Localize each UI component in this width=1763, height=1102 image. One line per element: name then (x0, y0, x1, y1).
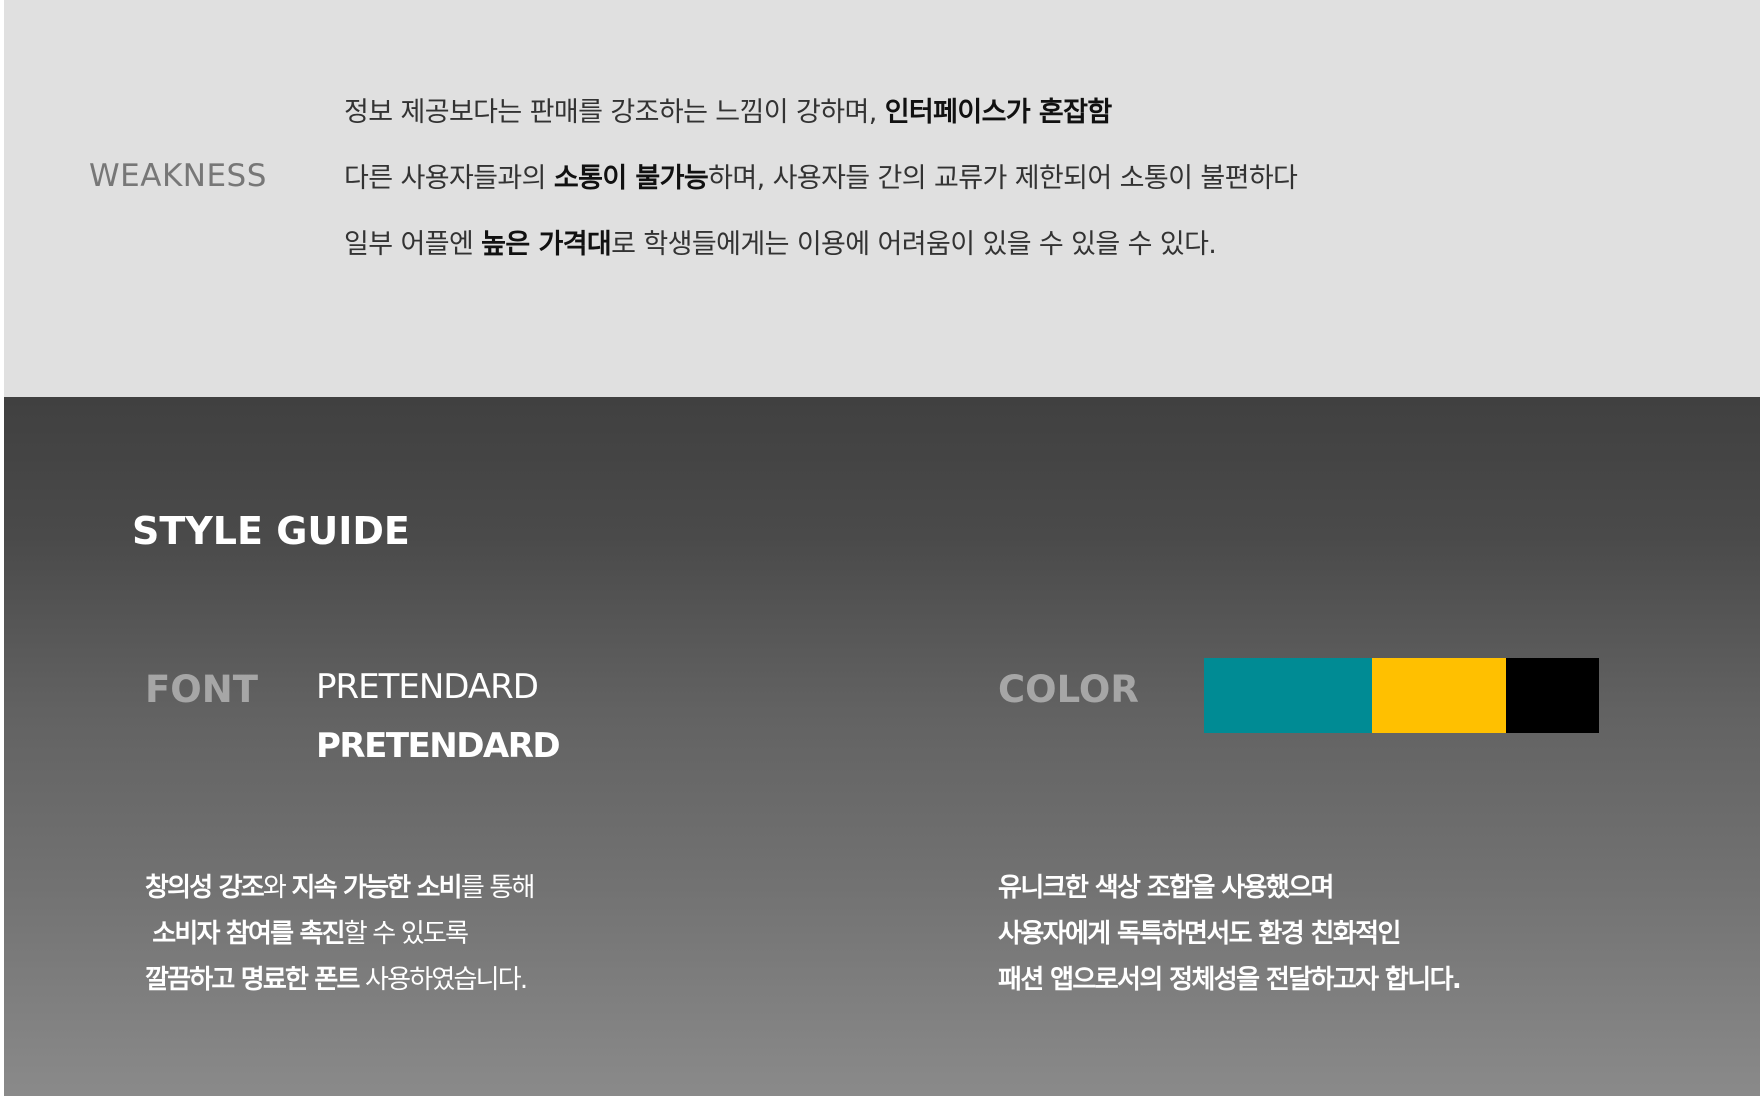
weakness-text: 다른 사용자들과의 (344, 163, 554, 194)
font-description: 창의성 강조와 지속 가능한 소비를 통해 소비자 참여를 촉진할 수 있도록 … (145, 867, 536, 1005)
description-emphasis: 지속 가능한 소비 (291, 873, 462, 903)
font-label: FONT (145, 668, 258, 711)
weakness-text: 정보 제공보다는 판매를 강조하는 느낌이 강하며, (344, 97, 885, 128)
color-palette (1204, 658, 1599, 733)
weakness-text: 로 학생들에게는 이용에 어려움이 있을 수 있을 수 있다. (611, 229, 1217, 260)
color-description-line: 패션 앱으로서의 정체성을 전달하고자 합니다. (998, 965, 1462, 995)
weakness-highlight: 소통이 불가능 (553, 163, 709, 194)
description-text: 사용하였습니다. (358, 965, 528, 995)
color-swatch-yellow (1372, 658, 1506, 733)
weakness-item: 다른 사용자들과의 소통이 불가능하며, 사용자들 간의 교류가 제한되어 소통… (344, 156, 1298, 222)
weakness-item: 일부 어플엔 높은 가격대로 학생들에게는 이용에 어려움이 있을 수 있을 수… (344, 222, 1297, 288)
weakness-list: 정보 제공보다는 판매를 강조하는 느낌이 강하며, 인터페이스가 혼잡함 다른… (344, 90, 1298, 288)
font-sample-regular: PRETENDARD (316, 667, 539, 707)
color-swatch-black (1506, 658, 1599, 733)
weakness-section: WEAKNESS 정보 제공보다는 판매를 강조하는 느낌이 강하며, 인터페이… (4, 0, 1760, 397)
font-description-line: 창의성 강조와 지속 가능한 소비를 통해 (145, 867, 536, 913)
description-emphasis: 깔끔하고 명료한 폰트 (145, 965, 360, 995)
style-guide-title: STYLE GUIDE (132, 509, 410, 553)
color-swatch-teal (1204, 658, 1372, 733)
color-description-line: 유니크한 색상 조합을 사용했으며 (998, 873, 1334, 903)
bottom-divider (0, 1096, 1763, 1102)
weakness-text: 하며, 사용자들 간의 교류가 제한되어 소통이 불편하다 (708, 163, 1298, 194)
weakness-highlight: 높은 가격대 (481, 229, 612, 260)
description-emphasis: 소비자 참여를 촉진 (145, 919, 345, 949)
page-frame: WEAKNESS 정보 제공보다는 판매를 강조하는 느낌이 강하며, 인터페이… (4, 0, 1760, 1096)
weakness-item: 정보 제공보다는 판매를 강조하는 느낌이 강하며, 인터페이스가 혼잡함 (344, 90, 1297, 156)
style-guide-section: STYLE GUIDE FONT PRETENDARD PRETENDARD C… (4, 397, 1760, 1096)
weakness-label: WEAKNESS (89, 158, 267, 194)
description-emphasis: 창의성 강조 (145, 873, 265, 903)
weakness-text: 일부 어플엔 (344, 229, 482, 260)
weakness-highlight: 인터페이스가 혼잡함 (884, 97, 1113, 128)
color-description: 유니크한 색상 조합을 사용했으며 사용자에게 독특하면서도 환경 친화적인 패… (998, 867, 1462, 1005)
font-description-line: 깔끔하고 명료한 폰트 사용하였습니다. (145, 959, 534, 1005)
font-description-line: 소비자 참여를 촉진할 수 있도록 (145, 913, 534, 959)
font-sample-bold: PRETENDARD (316, 726, 561, 766)
color-description-line: 사용자에게 독특하면서도 환경 친화적인 (998, 919, 1401, 949)
description-text: 를 통해 (460, 873, 536, 903)
description-text: 와 (262, 873, 292, 903)
description-text: 할 수 있도록 (343, 919, 469, 949)
color-label: COLOR (998, 668, 1139, 711)
